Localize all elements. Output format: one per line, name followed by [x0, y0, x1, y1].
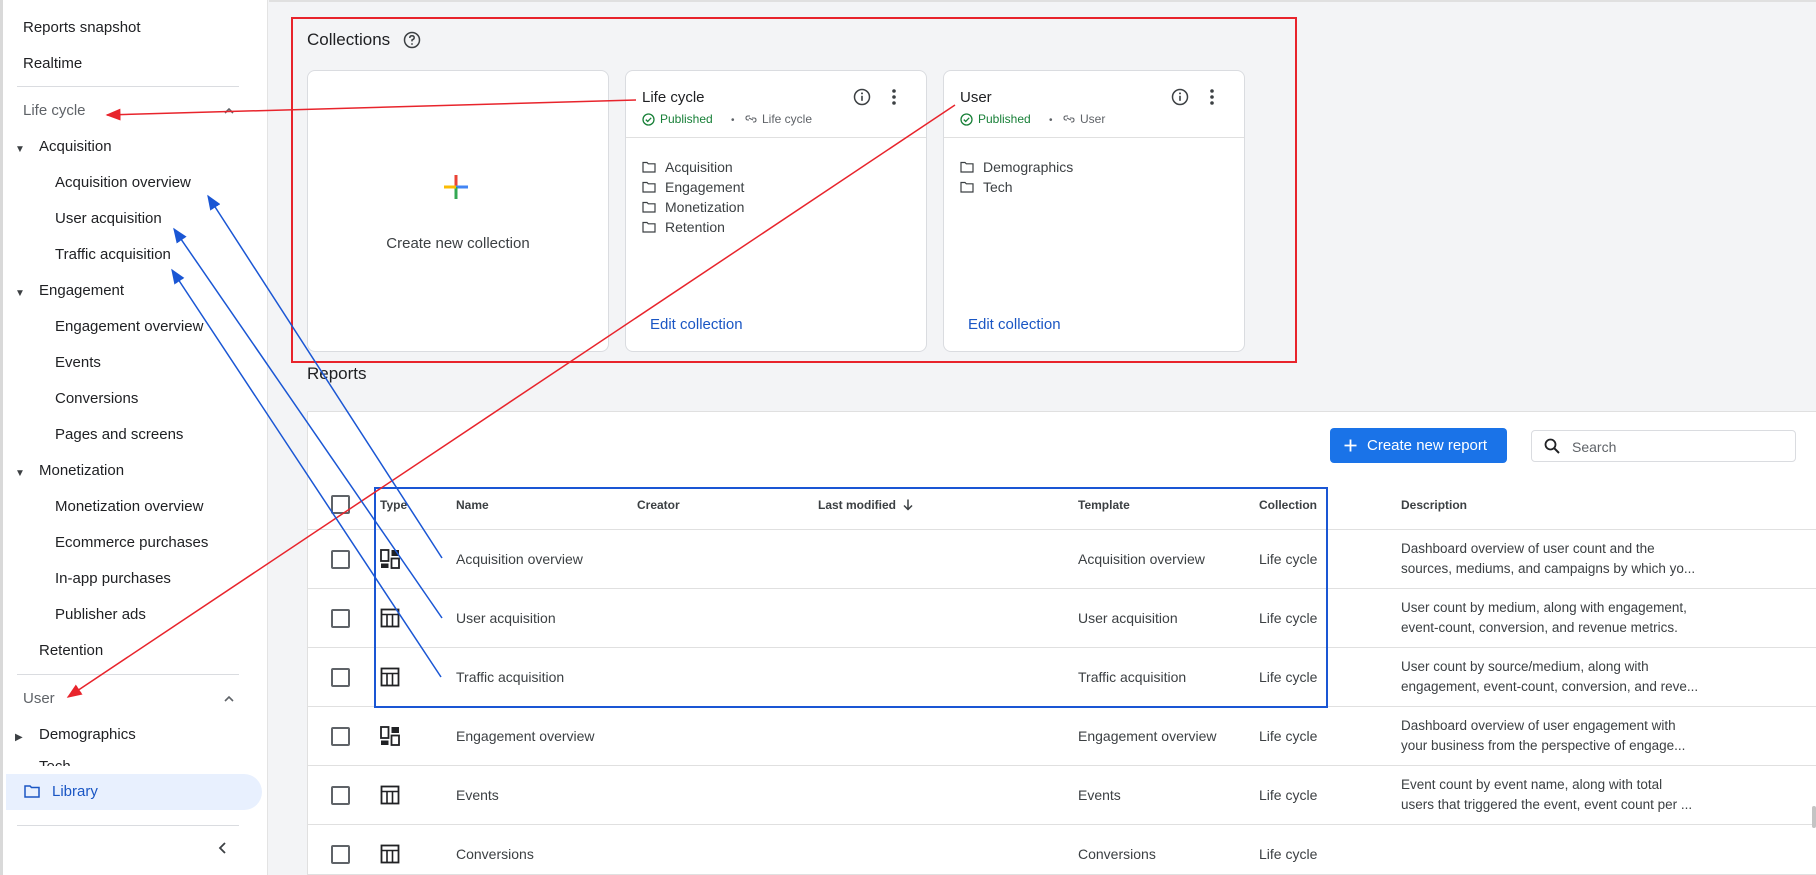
nav-monetization[interactable]: Monetization	[39, 462, 124, 479]
nav-publisher-ads[interactable]: Publisher ads	[55, 606, 146, 623]
nav-reports-snapshot[interactable]: Reports snapshot	[23, 19, 141, 36]
library-label: Library	[52, 783, 98, 800]
table-icon	[380, 785, 400, 805]
description-line: sources, mediums, and campaigns by which…	[1401, 561, 1696, 576]
search-placeholder: Search	[1572, 439, 1617, 455]
report-collection: Life cycle	[1259, 787, 1318, 803]
caret-down-icon[interactable]: ▼	[15, 144, 25, 155]
top-divider	[269, 0, 1816, 2]
row-checkbox[interactable]	[331, 727, 350, 746]
nav-demographics[interactable]: Demographics	[39, 726, 136, 743]
report-template: Conversions	[1078, 846, 1156, 862]
nav-monetization-overview[interactable]: Monetization overview	[55, 498, 203, 515]
report-collection: Life cycle	[1259, 728, 1318, 744]
description-line: engagement, event-count, conversion, and…	[1401, 679, 1699, 694]
caret-right-icon[interactable]: ▶	[15, 732, 23, 743]
select-all-checkbox[interactable]	[331, 495, 350, 514]
nav-user-acquisition[interactable]: User acquisition	[55, 210, 162, 227]
table-icon	[380, 844, 400, 864]
report-description: User count by source/medium, along with e…	[1401, 657, 1721, 697]
row-checkbox[interactable]	[331, 668, 350, 687]
sidebar-divider	[17, 86, 239, 87]
row-checkbox[interactable]	[331, 609, 350, 628]
create-new-report-button[interactable]: Create new report	[1330, 428, 1507, 463]
nav-ecommerce-purchases[interactable]: Ecommerce purchases	[55, 534, 208, 551]
nav-library[interactable]: Library	[6, 774, 262, 810]
description-line: User count by medium, along with engagem…	[1401, 600, 1687, 615]
scrollbar-thumb[interactable]	[1812, 806, 1816, 828]
chevron-up-icon[interactable]	[222, 104, 236, 118]
description-line: your business from the perspective of en…	[1401, 738, 1686, 753]
search-icon	[1544, 438, 1560, 454]
description-line: event-count, conversion, and revenue met…	[1401, 620, 1678, 635]
nav-in-app-purchases[interactable]: In-app purchases	[55, 570, 171, 587]
description-line: User count by source/medium, along with	[1401, 659, 1649, 674]
report-description: Dashboard overview of user count and the…	[1401, 539, 1721, 579]
nav-acquisition-overview[interactable]: Acquisition overview	[55, 174, 191, 191]
annotation-blue-box	[374, 487, 1328, 708]
report-description: Event count by event name, along with to…	[1401, 775, 1721, 815]
main-content: Collections Create new collection Life c…	[269, 0, 1816, 875]
plus-icon	[1344, 439, 1357, 452]
nav-conversions[interactable]: Conversions	[55, 390, 138, 407]
report-collection: Life cycle	[1259, 846, 1318, 862]
nav-tech-clipped[interactable]: Tech	[39, 758, 99, 766]
nav-pages-and-screens[interactable]: Pages and screens	[55, 426, 183, 443]
create-new-report-label: Create new report	[1367, 437, 1488, 454]
nav-group-user[interactable]: User	[23, 690, 55, 707]
report-description: Dashboard overview of user engagement wi…	[1401, 716, 1721, 756]
nav-engagement[interactable]: Engagement	[39, 282, 124, 299]
description-line: users that triggered the event, event co…	[1401, 797, 1693, 812]
row-divider	[307, 765, 1816, 766]
column-description[interactable]: Description	[1401, 498, 1467, 512]
nav-group-life-cycle[interactable]: Life cycle	[23, 102, 86, 119]
sidebar-nav: Reports snapshot Realtime Life cycle ▼ A…	[0, 0, 268, 875]
description-line: Event count by event name, along with to…	[1401, 777, 1663, 792]
report-name[interactable]: Events	[456, 787, 499, 803]
search-input[interactable]: Search	[1531, 430, 1796, 462]
reports-title: Reports	[307, 364, 367, 383]
nav-events[interactable]: Events	[55, 354, 101, 371]
row-divider	[307, 824, 1816, 825]
row-checkbox[interactable]	[331, 845, 350, 864]
caret-down-icon[interactable]: ▼	[15, 468, 25, 479]
sidebar-divider	[17, 825, 239, 826]
nav-realtime[interactable]: Realtime	[23, 55, 82, 72]
description-line: Dashboard overview of user engagement wi…	[1401, 718, 1676, 733]
report-name[interactable]: Engagement overview	[456, 728, 595, 744]
chevron-left-icon[interactable]	[216, 841, 230, 855]
nav-traffic-acquisition[interactable]: Traffic acquisition	[55, 246, 171, 263]
nav-retention[interactable]: Retention	[39, 642, 103, 659]
sidebar-divider	[17, 674, 239, 675]
nav-acquisition[interactable]: Acquisition	[39, 138, 112, 155]
chevron-up-icon[interactable]	[222, 692, 236, 706]
folder-icon	[24, 785, 40, 798]
report-template: Events	[1078, 787, 1121, 803]
row-checkbox[interactable]	[331, 550, 350, 569]
report-template: Engagement overview	[1078, 728, 1217, 744]
annotation-red-box	[291, 17, 1297, 363]
dashboard-icon	[380, 726, 400, 746]
row-checkbox[interactable]	[331, 786, 350, 805]
caret-down-icon[interactable]: ▼	[15, 288, 25, 299]
nav-engagement-overview[interactable]: Engagement overview	[55, 318, 203, 335]
report-description: User count by medium, along with engagem…	[1401, 598, 1721, 638]
report-name[interactable]: Conversions	[456, 846, 534, 862]
description-line: Dashboard overview of user count and the	[1401, 541, 1655, 556]
